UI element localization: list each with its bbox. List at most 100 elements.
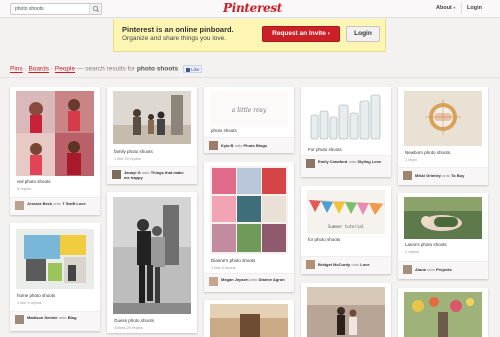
onto-text: onto <box>351 262 360 267</box>
pin-image[interactable] <box>113 197 191 314</box>
pin-card[interactable]: Dianne's photo shoots 1 like 6 repins Me… <box>204 162 294 292</box>
avatar[interactable] <box>403 265 412 274</box>
results-separator: · <box>50 65 54 73</box>
board-name[interactable]: T Swift Love <box>62 201 86 206</box>
search-value: photo shoots <box>15 6 44 12</box>
login-link[interactable]: Login <box>467 5 482 11</box>
pin-image[interactable]: a little rosy <box>210 91 288 127</box>
results-text: — search results for <box>76 65 136 73</box>
pin-caption: Laura's photo shoots <box>405 242 447 247</box>
attribution-text: Jessica Beck onto T Swift Love <box>27 201 92 206</box>
avatar[interactable] <box>15 201 24 210</box>
pin-card[interactable]: For photo shoots Emily Crawford onto Sty… <box>301 87 391 177</box>
pin-attribution: Kyla B onto Photo Blogs <box>204 137 294 153</box>
pin-card[interactable]: red photo shoots 5 repins Jessica Beck o… <box>10 87 100 215</box>
pinner-name[interactable]: Mikki Grimley <box>415 173 441 178</box>
results-separator: · <box>24 65 27 73</box>
people-link[interactable]: People <box>55 66 75 73</box>
pin-caption: home photo shoots <box>17 293 56 298</box>
banner-title: Pinterest is an online pinboard. <box>122 25 234 34</box>
onto-text: onto <box>53 201 62 206</box>
pin-attribution: Bridget McCurdy onto Love <box>301 256 391 274</box>
pinner-name[interactable]: Madison Seeber <box>27 315 58 320</box>
pin-attribution: Madison Seeber onto Blog <box>10 311 100 331</box>
avatar[interactable] <box>209 277 218 286</box>
pin-card[interactable]: Laura's photo shoots 2 repins Alana onto… <box>398 193 488 279</box>
pinner-name[interactable]: Kyla B <box>221 143 233 148</box>
pinner-name[interactable]: Alana <box>415 267 426 272</box>
banner-login-button[interactable]: Login <box>346 26 380 42</box>
pinterest-logo[interactable]: Pinterest <box>223 1 282 15</box>
pin-caption: red photo shoots <box>17 179 51 184</box>
banner-subtitle: Organize and share things you love. <box>122 35 227 42</box>
pin-image[interactable] <box>16 229 94 289</box>
search-input[interactable]: photo shoots <box>10 3 102 15</box>
board-name[interactable]: Blog <box>68 315 77 320</box>
request-invite-label: Request an Invite <box>272 30 326 37</box>
pin-image[interactable] <box>404 292 482 337</box>
pinner-name[interactable]: Megan Jepsen <box>221 277 249 282</box>
about-label: About <box>436 5 452 11</box>
avatar[interactable] <box>112 170 121 179</box>
pinner-name[interactable]: Emily Crawford <box>318 159 347 164</box>
pin-image[interactable]: Summer tutorial <box>307 190 385 234</box>
pin-card[interactable]: home photo shoots 1 like 4 repins Madiso… <box>10 223 100 331</box>
pinner-name[interactable]: Bridget McCurdy <box>318 262 350 267</box>
pins-link[interactable]: Pins <box>10 66 23 73</box>
pin-image[interactable] <box>307 287 385 337</box>
like-label: Like <box>191 67 200 72</box>
pin-card[interactable] <box>301 283 391 337</box>
onto-text: onto <box>442 173 450 178</box>
pin-image[interactable] <box>113 91 191 144</box>
about-menu[interactable]: About ▾ <box>436 5 455 11</box>
avatar[interactable] <box>403 171 412 180</box>
board-name[interactable]: Love <box>360 262 369 267</box>
attribution-text: Alana onto Projects <box>415 267 480 272</box>
pin-image[interactable] <box>404 197 482 239</box>
pin-attribution: Alana onto Projects <box>398 261 488 279</box>
pin-caption: photo shoots <box>211 128 237 133</box>
attribution-text: Megan Jepsen onto Dianne Agron <box>221 277 286 282</box>
attribution-text: Bridget McCurdy onto Love <box>318 262 383 267</box>
pin-card[interactable]: Newborn photo shoots. 1 repin Mikki Grim… <box>398 87 488 185</box>
attribution-text: Kyla B onto Photo Blogs <box>221 143 286 148</box>
pin-card[interactable]: Guess photo shoots 4 likes 29 repins <box>107 192 197 333</box>
avatar[interactable] <box>306 260 315 269</box>
facebook-icon <box>185 67 190 72</box>
pin-caption: Guess photo shoots <box>114 318 155 323</box>
pin-caption: Newborn photo shoots. <box>405 150 452 155</box>
pin-caption: family photo shoots <box>114 149 153 154</box>
board-name[interactable]: Styling Love <box>357 159 381 164</box>
results-divider <box>0 77 500 78</box>
avatar[interactable] <box>306 159 315 168</box>
pin-image[interactable] <box>404 91 482 146</box>
board-name[interactable]: Dianne Agron <box>259 277 285 282</box>
pin-image[interactable] <box>210 304 288 337</box>
avatar[interactable] <box>209 141 218 150</box>
boards-link[interactable]: Boards <box>28 66 49 73</box>
pin-card[interactable]: family photo shoots 1 like 20 repins Jan… <box>107 87 197 184</box>
pin-caption: For photo shoots <box>308 147 342 152</box>
pin-card[interactable]: Summer tutorial for photo shoots Bridget… <box>301 186 391 274</box>
facebook-like-button[interactable]: Like <box>182 65 203 73</box>
pin-card[interactable] <box>204 300 294 337</box>
pin-image[interactable] <box>210 166 288 254</box>
pin-card[interactable] <box>398 288 488 337</box>
board-name[interactable]: To Buy <box>451 173 464 178</box>
pin-image[interactable] <box>16 91 94 176</box>
arrow-right-icon: › <box>327 30 330 37</box>
onto-text: onto <box>58 315 67 320</box>
attribution-text: Janayi G onto Things that make me happy <box>124 170 189 180</box>
pin-attribution: Megan Jepsen onto Dianne Agron <box>204 273 294 292</box>
pin-stats: 4 likes 29 repins <box>114 325 143 330</box>
request-invite-button[interactable]: Request an Invite › <box>262 26 340 42</box>
board-name[interactable]: Projects <box>436 267 452 272</box>
board-name[interactable]: Photo Blogs <box>244 143 268 148</box>
search-button[interactable] <box>89 4 101 14</box>
avatar[interactable] <box>15 315 24 324</box>
pinner-name[interactable]: Jessica Beck <box>27 201 52 206</box>
pin-image[interactable] <box>307 91 385 143</box>
pin-stats: 1 like 20 repins <box>114 156 141 161</box>
pin-card[interactable]: a little rosy photo shoots Kyla B onto P… <box>204 87 294 153</box>
pin-attribution: Jessica Beck onto T Swift Love <box>10 197 100 215</box>
